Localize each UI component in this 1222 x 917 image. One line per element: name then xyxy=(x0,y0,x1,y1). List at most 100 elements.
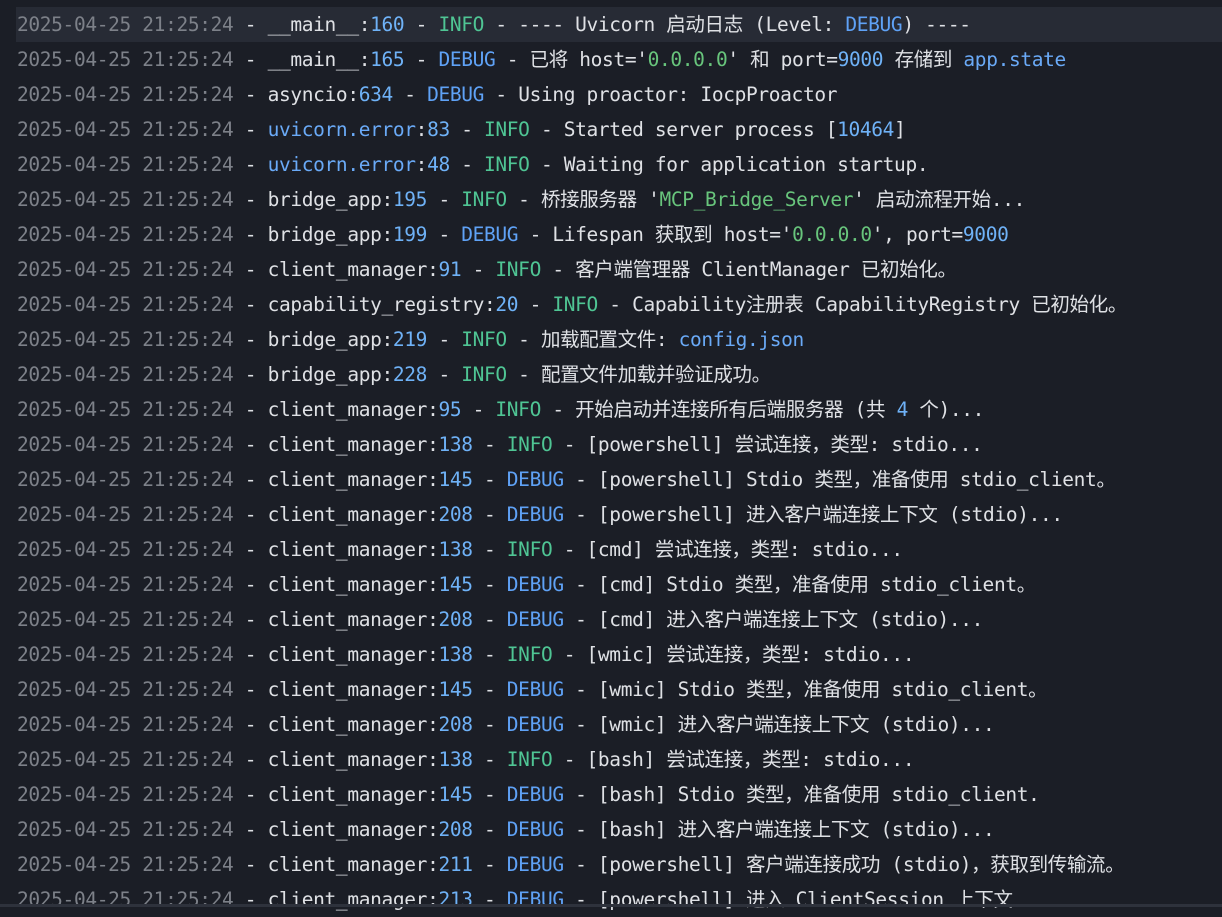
separator: : xyxy=(381,363,394,386)
log-level: INFO xyxy=(461,188,507,211)
log-module: bridge_app xyxy=(267,188,382,211)
log-level: INFO xyxy=(495,398,541,421)
log-message-part: Capability注册表 CapabilityRegistry 已初始化。 xyxy=(632,293,1127,316)
log-line[interactable]: 2025-04-25 21:25:24 - client_manager:91 … xyxy=(0,252,1222,287)
log-line-number: 145 xyxy=(438,678,473,701)
log-line-number: 83 xyxy=(427,118,450,141)
separator: - xyxy=(461,398,496,421)
log-module: client_manager xyxy=(267,713,428,736)
log-timestamp: 2025-04-25 21:25:24 xyxy=(17,13,234,36)
separator: - xyxy=(233,608,268,631)
log-level: DEBUG xyxy=(506,818,564,841)
separator: - xyxy=(472,853,507,876)
log-line[interactable]: 2025-04-25 21:25:24 - client_manager:145… xyxy=(0,567,1222,602)
separator: - xyxy=(233,13,268,36)
separator: - xyxy=(427,188,462,211)
log-line[interactable]: 2025-04-25 21:25:24 - client_manager:211… xyxy=(0,847,1222,882)
separator: - xyxy=(540,398,576,421)
log-line-number: 199 xyxy=(392,223,428,246)
log-line[interactable]: 2025-04-25 21:25:24 - __main__:165 - DEB… xyxy=(0,42,1222,77)
separator: - xyxy=(233,118,268,141)
log-line[interactable]: 2025-04-25 21:25:24 - client_manager:208… xyxy=(0,602,1222,637)
log-line[interactable]: 2025-04-25 21:25:24 - client_manager:208… xyxy=(0,497,1222,532)
log-module: asyncio xyxy=(267,83,348,106)
log-line[interactable]: 2025-04-25 21:25:24 - uvicorn.error:48 -… xyxy=(0,147,1222,182)
log-line[interactable]: 2025-04-25 21:25:24 - capability_registr… xyxy=(0,287,1222,322)
separator: : xyxy=(427,643,439,666)
log-line[interactable]: 2025-04-25 21:25:24 - client_manager:138… xyxy=(0,532,1222,567)
separator: - xyxy=(563,888,598,911)
separator: : xyxy=(427,888,439,911)
log-message-part: config.json xyxy=(678,328,805,351)
separator: - xyxy=(233,643,268,666)
log-line-number: 138 xyxy=(438,433,473,456)
log-line[interactable]: 2025-04-25 21:25:24 - client_manager:145… xyxy=(0,672,1222,707)
log-timestamp: 2025-04-25 21:25:24 xyxy=(17,258,234,281)
log-line-number: 228 xyxy=(392,363,428,386)
separator: - xyxy=(233,573,268,596)
log-timestamp: 2025-04-25 21:25:24 xyxy=(17,48,234,71)
separator: - xyxy=(233,188,268,211)
log-line[interactable]: 2025-04-25 21:25:24 - client_manager:145… xyxy=(0,777,1222,812)
separator: - xyxy=(233,433,268,456)
log-line-number: 165 xyxy=(370,48,405,71)
log-line[interactable]: 2025-04-25 21:25:24 - client_manager:95 … xyxy=(0,392,1222,427)
log-line[interactable]: 2025-04-25 21:25:24 - bridge_app:195 - I… xyxy=(0,182,1222,217)
log-line-number: 48 xyxy=(427,153,450,176)
log-message-part: 9000 xyxy=(962,223,1009,246)
log-timestamp: 2025-04-25 21:25:24 xyxy=(17,783,234,806)
log-line[interactable]: 2025-04-25 21:25:24 - client_manager:138… xyxy=(0,637,1222,672)
separator: - xyxy=(552,748,587,771)
separator: : xyxy=(427,258,439,281)
separator: : xyxy=(427,468,439,491)
log-message-part: 4 xyxy=(896,398,909,421)
log-message-part: ' 和 port= xyxy=(727,48,838,71)
log-line[interactable]: 2025-04-25 21:25:24 - asyncio:634 - DEBU… xyxy=(0,77,1222,112)
log-line-number: 195 xyxy=(392,188,428,211)
log-line-number: 145 xyxy=(438,468,473,491)
log-timestamp: 2025-04-25 21:25:24 xyxy=(17,853,234,876)
log-module: client_manager xyxy=(267,818,428,841)
log-timestamp: 2025-04-25 21:25:24 xyxy=(17,118,234,141)
log-line[interactable]: 2025-04-25 21:25:24 - __main__:160 - INF… xyxy=(16,7,1222,42)
log-message-part: ' 启动流程开始... xyxy=(853,188,1025,211)
separator: - xyxy=(484,83,519,106)
log-line[interactable]: 2025-04-25 21:25:24 - bridge_app:219 - I… xyxy=(0,322,1222,357)
log-level: INFO xyxy=(484,153,530,176)
separator: - xyxy=(233,83,268,106)
separator: - xyxy=(495,48,530,71)
log-line[interactable]: 2025-04-25 21:25:24 - client_manager:208… xyxy=(0,707,1222,742)
log-line[interactable]: 2025-04-25 21:25:24 - client_manager:145… xyxy=(0,462,1222,497)
log-module: client_manager xyxy=(267,608,428,631)
log-module: client_manager xyxy=(267,748,428,771)
log-level: INFO xyxy=(495,258,541,281)
log-module: client_manager xyxy=(267,258,428,281)
log-timestamp: 2025-04-25 21:25:24 xyxy=(17,398,234,421)
separator: - xyxy=(233,503,268,526)
log-line[interactable]: 2025-04-25 21:25:24 - client_manager:138… xyxy=(0,742,1222,777)
separator: - xyxy=(404,48,439,71)
log-level: INFO xyxy=(506,433,553,456)
separator: - xyxy=(392,83,428,106)
separator: - xyxy=(233,258,268,281)
log-module: client_manager xyxy=(267,853,428,876)
log-line[interactable]: 2025-04-25 21:25:24 - client_manager:213… xyxy=(0,882,1222,917)
log-module: client_manager xyxy=(267,538,428,561)
log-timestamp: 2025-04-25 21:25:24 xyxy=(17,713,234,736)
log-module: client_manager xyxy=(267,398,428,421)
log-message-part: 已将 host=' xyxy=(529,48,648,71)
log-line[interactable]: 2025-04-25 21:25:24 - bridge_app:199 - D… xyxy=(0,217,1222,252)
log-message-part: 10464 xyxy=(837,118,895,141)
log-line[interactable]: 2025-04-25 21:25:24 - client_manager:208… xyxy=(0,812,1222,847)
separator: - xyxy=(233,153,268,176)
log-line[interactable]: 2025-04-25 21:25:24 - bridge_app:228 - I… xyxy=(0,357,1222,392)
separator: : xyxy=(427,538,439,561)
log-line[interactable]: 2025-04-25 21:25:24 - uvicorn.error:83 -… xyxy=(0,112,1222,147)
separator: - xyxy=(484,13,519,36)
separator: - xyxy=(563,468,598,491)
log-line-number: 145 xyxy=(438,783,473,806)
separator: - xyxy=(461,258,496,281)
separator: - xyxy=(529,153,564,176)
log-line[interactable]: 2025-04-25 21:25:24 - client_manager:138… xyxy=(0,427,1222,462)
log-level: DEBUG xyxy=(506,783,564,806)
